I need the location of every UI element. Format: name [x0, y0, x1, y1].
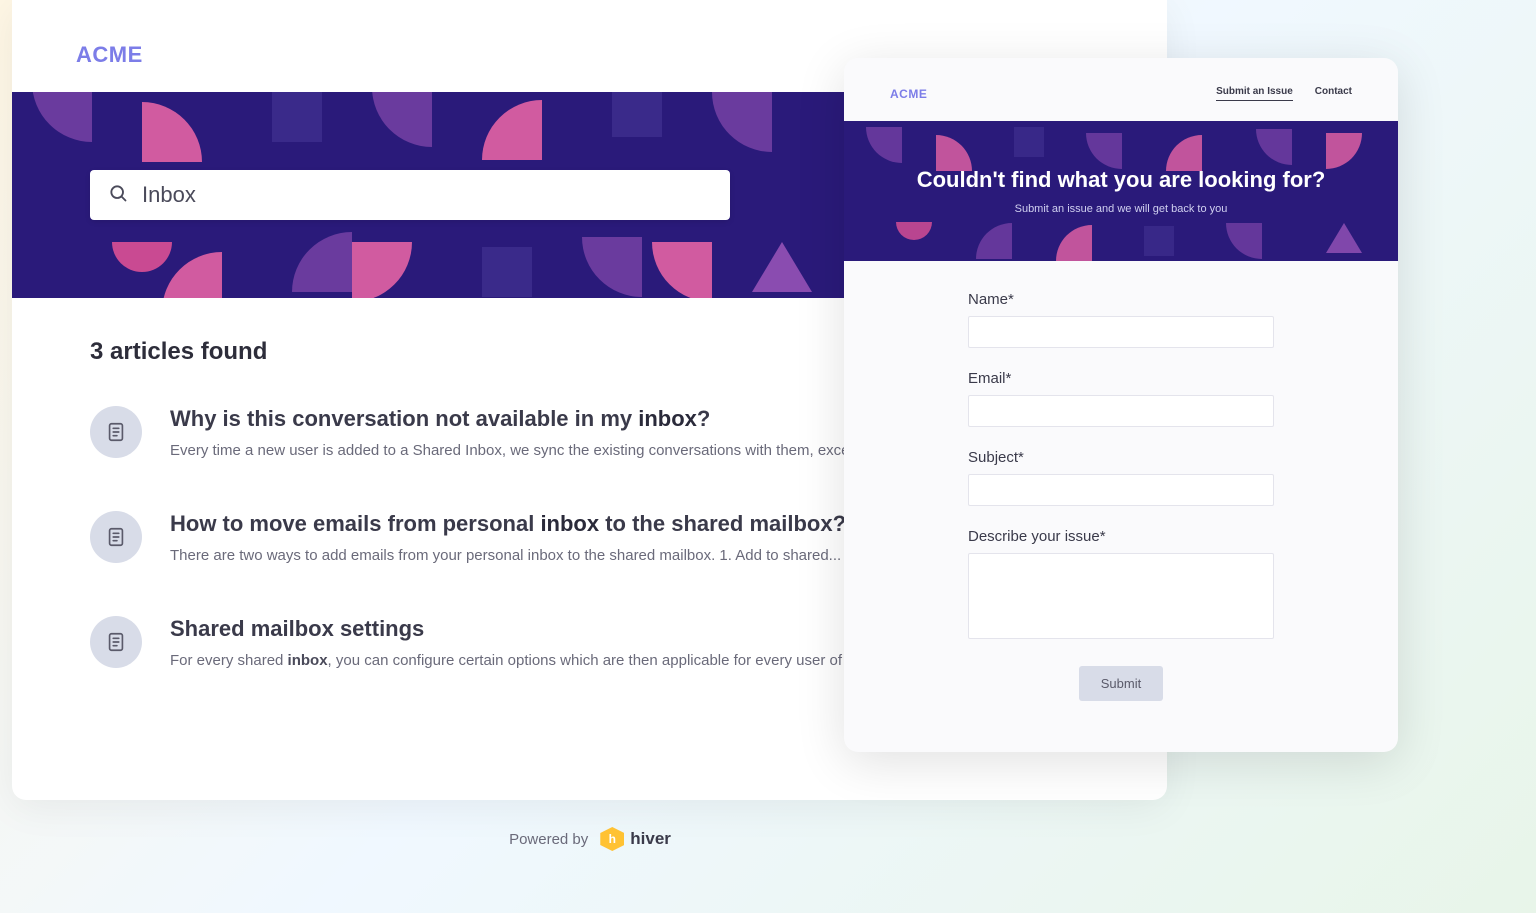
hiver-hex-icon: h: [600, 827, 624, 851]
name-field[interactable]: [968, 316, 1274, 348]
email-label: Email*: [968, 370, 1274, 387]
hiver-text: hiver: [630, 829, 671, 849]
article-text: Shared mailbox settings For every shared…: [170, 616, 875, 671]
issue-hero-subtitle: Submit an issue and we will get back to …: [1015, 203, 1228, 215]
article-excerpt: For every shared inbox, you can configur…: [170, 650, 875, 671]
brand-logo-small: ACME: [890, 87, 927, 101]
nav-submit-issue[interactable]: Submit an Issue: [1216, 86, 1293, 101]
powered-by-label: Powered by: [509, 831, 588, 848]
submit-issue-card: ACME Submit an Issue Contact Couldn't fi…: [844, 58, 1398, 752]
document-icon: [90, 616, 142, 668]
document-icon: [90, 511, 142, 563]
describe-label: Describe your issue*: [968, 528, 1274, 545]
article-title: How to move emails from personal inbox t…: [170, 511, 846, 537]
search-box[interactable]: [90, 170, 730, 220]
article-text: How to move emails from personal inbox t…: [170, 511, 846, 566]
issue-hero-title: Couldn't find what you are looking for?: [917, 167, 1326, 193]
submit-button[interactable]: Submit: [1079, 666, 1163, 701]
article-excerpt: There are two ways to add emails from yo…: [170, 545, 846, 566]
article-excerpt: Every time a new user is added to a Shar…: [170, 440, 875, 461]
article-title: Why is this conversation not available i…: [170, 406, 875, 432]
document-icon: [90, 406, 142, 458]
name-label: Name*: [968, 291, 1274, 308]
article-text: Why is this conversation not available i…: [170, 406, 875, 461]
email-field[interactable]: [968, 395, 1274, 427]
issue-header: ACME Submit an Issue Contact: [844, 58, 1398, 121]
nav-contact[interactable]: Contact: [1315, 86, 1352, 101]
footer: Powered by h hiver: [0, 827, 1180, 851]
issue-nav: Submit an Issue Contact: [1216, 86, 1352, 101]
article-title: Shared mailbox settings: [170, 616, 875, 642]
hiver-badge[interactable]: h hiver: [600, 827, 671, 851]
subject-label: Subject*: [968, 449, 1274, 466]
describe-field[interactable]: [968, 553, 1274, 639]
search-icon: [108, 183, 128, 208]
search-input[interactable]: [142, 182, 712, 208]
subject-field[interactable]: [968, 474, 1274, 506]
issue-form: Name* Email* Subject* Describe your issu…: [844, 261, 1398, 721]
issue-hero: Couldn't find what you are looking for? …: [844, 121, 1398, 261]
